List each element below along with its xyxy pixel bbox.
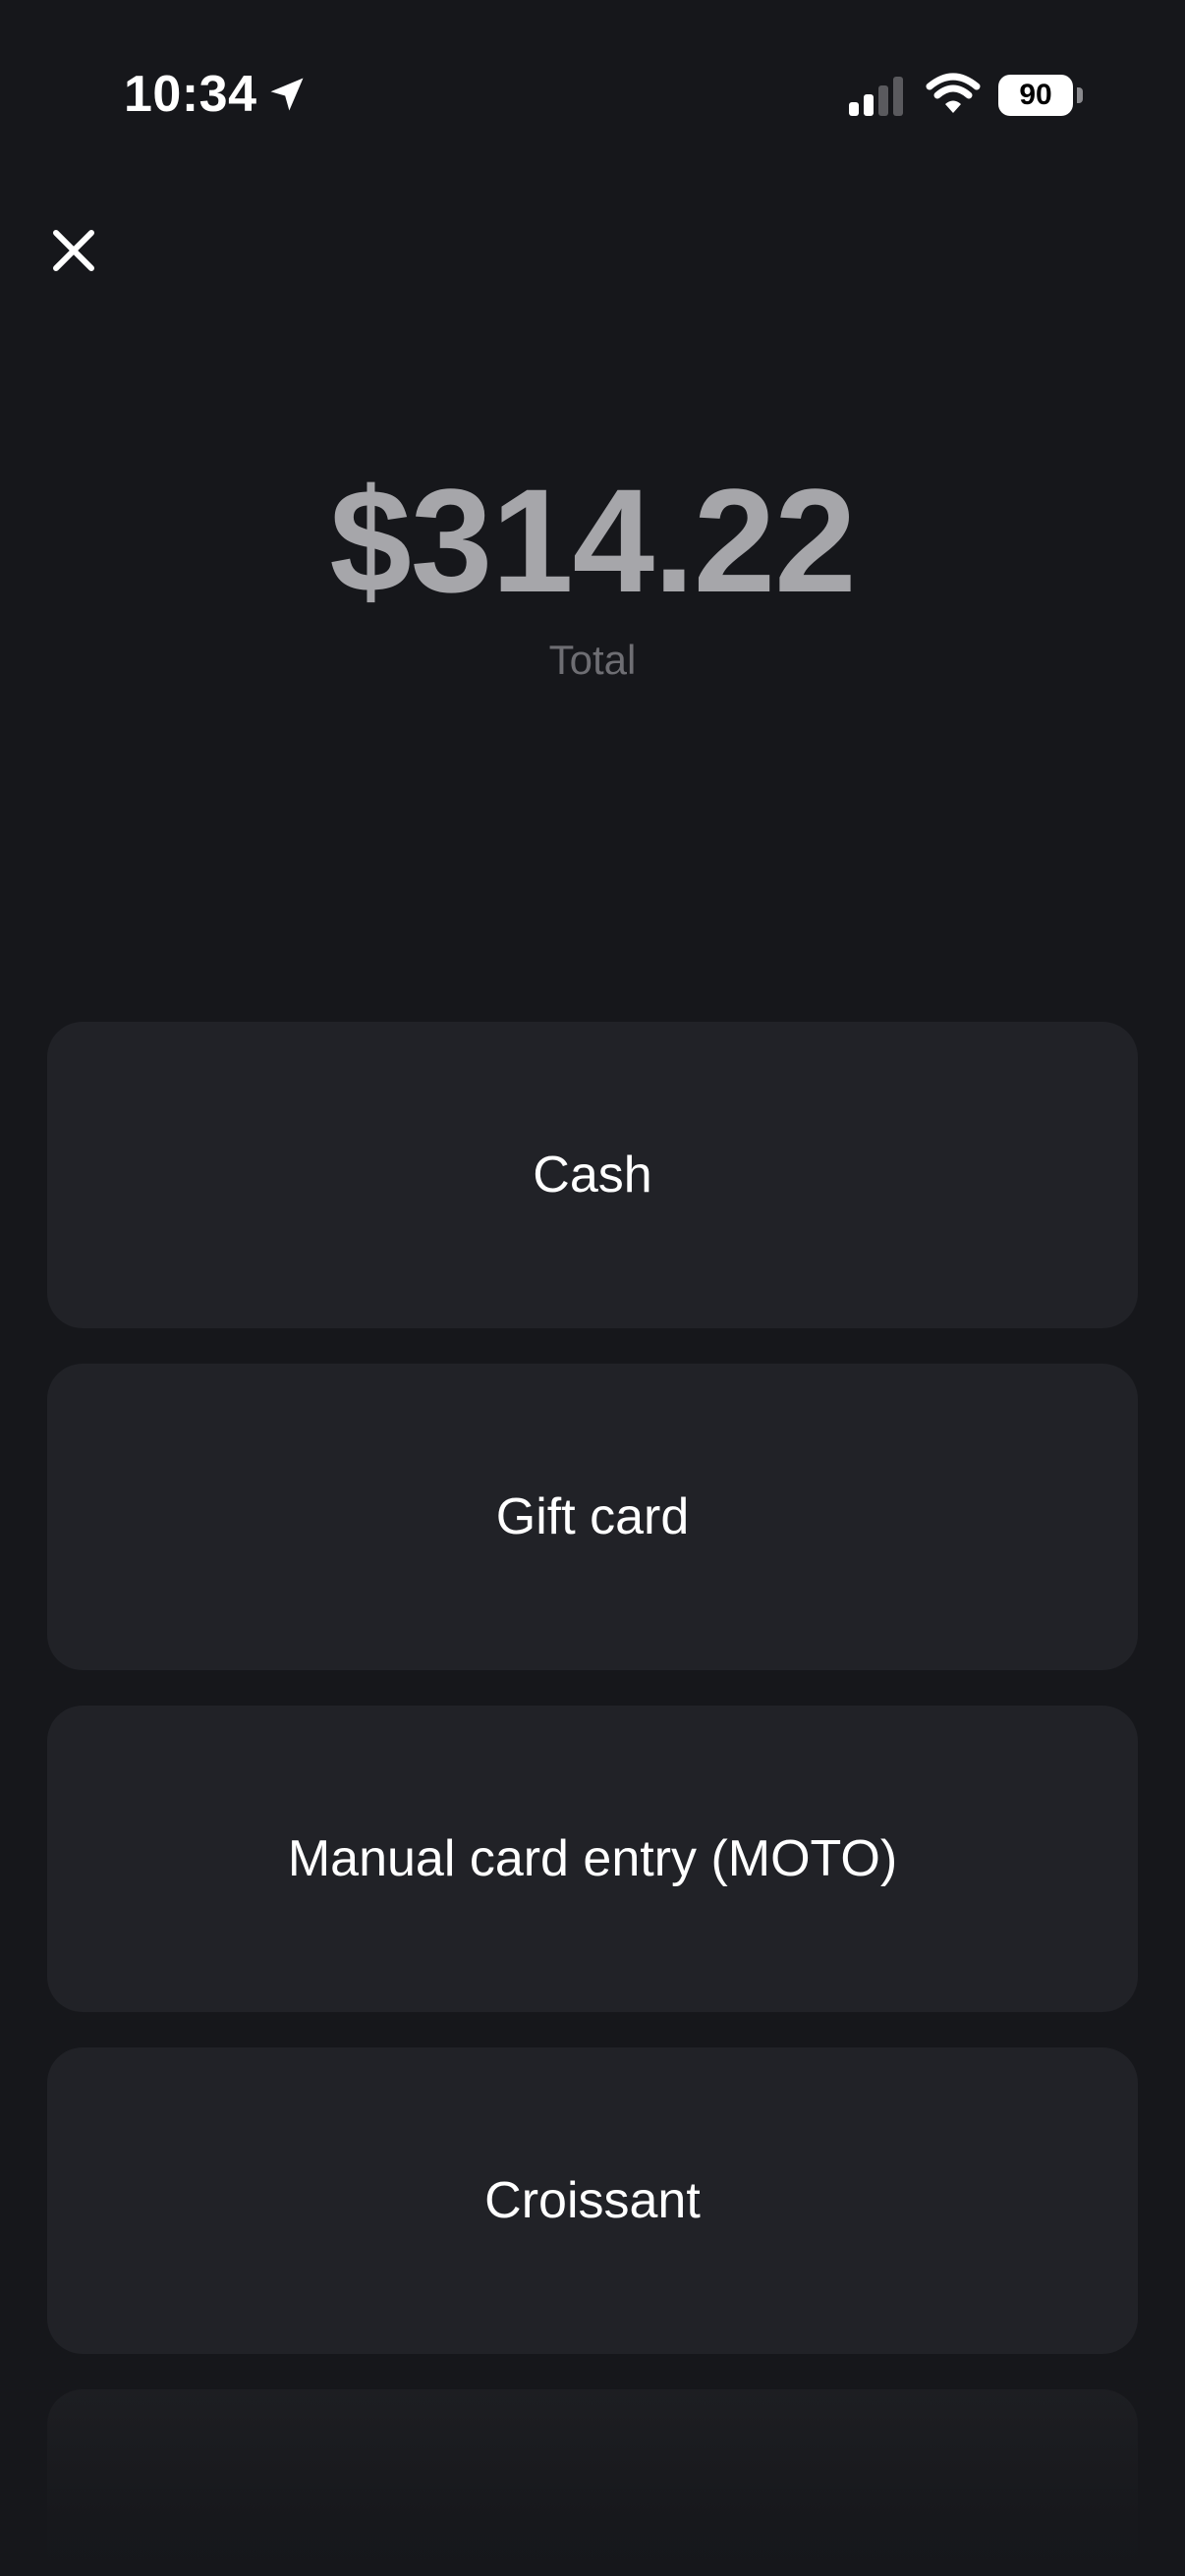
close-icon: [53, 230, 94, 271]
battery-level: 90: [1019, 79, 1052, 111]
battery-body: 90: [998, 75, 1073, 116]
location-arrow-icon: [270, 78, 304, 111]
gift-card-option-button[interactable]: Gift card: [47, 1364, 1138, 1670]
partial-option-button[interactable]: [47, 2389, 1138, 2576]
status-time: 10:34: [124, 66, 257, 123]
battery-cap: [1077, 87, 1083, 103]
total-amount: $314.22: [329, 458, 856, 623]
battery-icon: 90: [998, 75, 1083, 116]
wifi-icon: [926, 73, 981, 113]
cellular-signal-icon: [849, 77, 903, 116]
payment-options-list: Cash Gift card Manual card entry (MOTO) …: [47, 1022, 1138, 2389]
total-label: Total: [548, 637, 637, 683]
cash-option-button[interactable]: Cash: [47, 1022, 1138, 1328]
manual-card-entry-option-button[interactable]: Manual card entry (MOTO): [47, 1706, 1138, 2012]
croissant-option-button[interactable]: Croissant: [47, 2047, 1138, 2354]
status-bar: 10:34 90: [0, 0, 1185, 196]
close-button[interactable]: [43, 220, 104, 281]
